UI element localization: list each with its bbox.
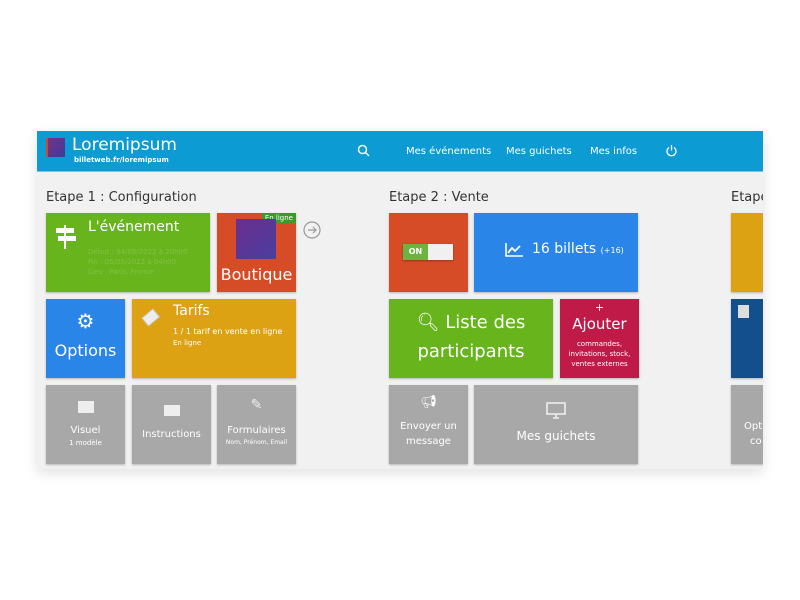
add-tile[interactable]: + Ajouter commandes, invitations, stock,… (560, 299, 639, 378)
tarifs-status: En ligne (173, 339, 202, 347)
guichets-tile[interactable]: Mes guichets (474, 385, 638, 464)
nav-mes-guichets[interactable]: Mes guichets (506, 146, 572, 157)
tarifs-tile[interactable]: Tarifs 1 / 1 tarif en vente en ligne En … (132, 299, 296, 378)
megaphone-icon: 📢︎ (420, 395, 437, 410)
event-tile[interactable]: L'événement Début : 04/05/2022 à 20h00 F… (46, 213, 210, 292)
event-start: Début : 04/05/2022 à 20h00 (88, 248, 188, 256)
visuel-sub: 1 modèle (69, 439, 102, 447)
brand-name[interactable]: Loremipsum (72, 135, 177, 155)
search-icon[interactable] (357, 144, 370, 157)
formulaires-tile[interactable]: ✎ Formulaires Nom, Prénom, Email (217, 385, 296, 464)
tarifs-count: 1 / 1 tarif en vente en ligne (173, 327, 283, 336)
power-icon[interactable] (665, 144, 678, 157)
instructions-label: Instructions (142, 429, 201, 440)
formulaires-sub: Nom, Prénom, Email (225, 439, 288, 446)
step2-title: Etape 2 : Vente (389, 190, 489, 205)
chart-line-icon (505, 243, 523, 257)
tickets-delta: (+16) (600, 246, 624, 255)
image-icon (78, 401, 94, 413)
event-logo[interactable] (46, 138, 65, 157)
message-tile[interactable]: 📢︎ Envoyer un message (389, 385, 468, 464)
options-tile[interactable]: ⚙ Options (46, 299, 125, 378)
participants-label: 🔍︎ Liste des participants (389, 308, 553, 366)
add-title: Ajouter (572, 315, 627, 333)
step3-tile-3-label: Opti (744, 421, 763, 432)
add-sub: commandes, invitations, stock, ventes ex… (568, 340, 631, 368)
instructions-tile[interactable]: Instructions (132, 385, 211, 464)
step3-title: Etape (731, 190, 763, 205)
shop-label: Boutique (220, 265, 293, 284)
guichets-label: Mes guichets (516, 429, 596, 443)
monitor-icon (546, 402, 566, 419)
search-icon: 🔍︎ (416, 312, 440, 333)
clipboard-icon (738, 305, 749, 318)
sales-toggle-tile[interactable]: ON (389, 213, 468, 292)
visuel-label: Visuel (70, 425, 101, 436)
envelope-icon (164, 405, 180, 416)
plus-icon: + (594, 301, 605, 314)
step3-tile-3-label-2: co (750, 436, 762, 447)
signpost-icon (56, 225, 76, 249)
tickets-label: 16 billets (532, 241, 597, 257)
step3-tile-3[interactable]: Opti co (731, 385, 763, 464)
options-label: Options (54, 341, 117, 360)
step1-title: Etape 1 : Configuration (46, 190, 197, 205)
tickets-tile[interactable]: 16 billets (+16) (474, 213, 638, 292)
arrow-right-circle-icon[interactable] (303, 221, 321, 239)
participants-tile[interactable]: 🔍︎ Liste des participants (389, 299, 553, 378)
event-title: L'événement (88, 219, 180, 235)
gear-icon: ⚙ (76, 309, 95, 333)
message-label: Envoyer un message (400, 421, 457, 447)
nav-mes-evenements[interactable]: Mes événements (406, 146, 491, 157)
tarifs-title: Tarifs (173, 303, 210, 319)
formulaires-label: Formulaires (227, 425, 286, 436)
nav-mes-infos[interactable]: Mes infos (590, 146, 637, 157)
visuel-tile[interactable]: Visuel 1 modèle (46, 385, 125, 464)
event-url[interactable]: billetweb.fr/loremipsum (74, 156, 169, 164)
toggle-on-label: ON (403, 244, 428, 260)
event-details: Début : 04/05/2022 à 20h00 Fin : 05/05/2… (88, 247, 187, 277)
shop-tile[interactable]: En ligne Boutique (217, 213, 296, 292)
shop-thumbnail (236, 219, 276, 259)
step3-tile-2[interactable] (731, 299, 763, 378)
tickets-count: 16 billets (+16) (532, 241, 624, 257)
pencil-icon: ✎ (250, 397, 263, 413)
ticket-icon (141, 308, 160, 327)
step3-tile-1[interactable] (731, 213, 763, 292)
header: Loremipsum billetweb.fr/loremipsum Mes é… (37, 131, 763, 172)
event-end: Fin : 05/05/2022 à 04h00 (88, 258, 177, 266)
sales-toggle[interactable]: ON (403, 244, 453, 260)
app-window: Loremipsum billetweb.fr/loremipsum Mes é… (37, 131, 763, 469)
event-place: Lieu : Paris, France (88, 268, 154, 276)
